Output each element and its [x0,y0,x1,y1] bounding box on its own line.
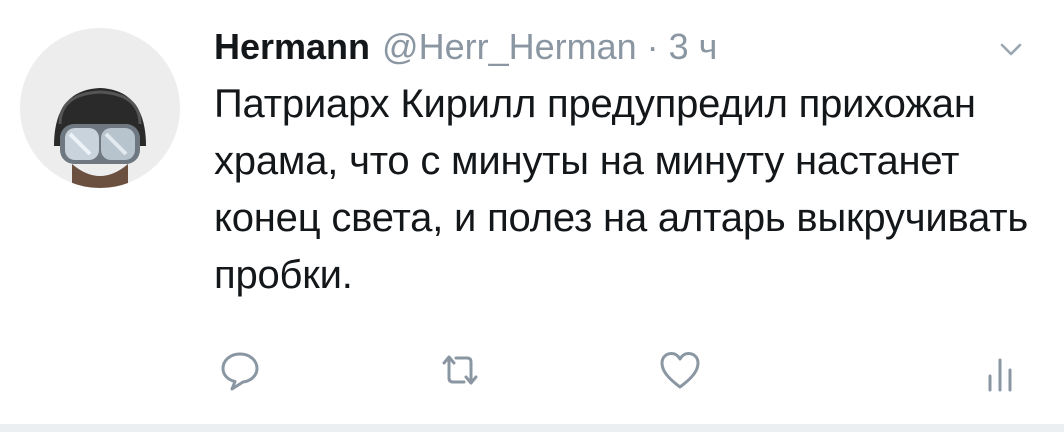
divider [0,424,1064,432]
retweet-button[interactable] [438,348,482,392]
timestamp[interactable]: 3 ч [669,22,718,72]
tweet-text: Патриарх Кирилл предупредил прихожан хра… [214,82,1029,297]
chevron-down-icon[interactable] [994,32,1028,66]
avatar[interactable] [20,28,180,188]
action-bar [0,348,1064,398]
like-button[interactable] [658,348,702,392]
reply-icon [218,348,262,392]
analytics-button[interactable] [978,348,1022,392]
tweet-header: Hermann @Herr_Herman · 3 ч [214,22,717,72]
tweet-card[interactable]: Hermann @Herr_Herman · 3 ч Патриарх Кири… [0,0,1064,432]
retweet-icon [438,348,482,392]
analytics-icon [978,348,1022,392]
author-handle[interactable]: @Herr_Herman [382,22,637,72]
separator-dot: · [646,26,659,67]
author-name[interactable]: Hermann [214,22,370,72]
reply-button[interactable] [218,348,262,392]
heart-icon [658,348,702,392]
